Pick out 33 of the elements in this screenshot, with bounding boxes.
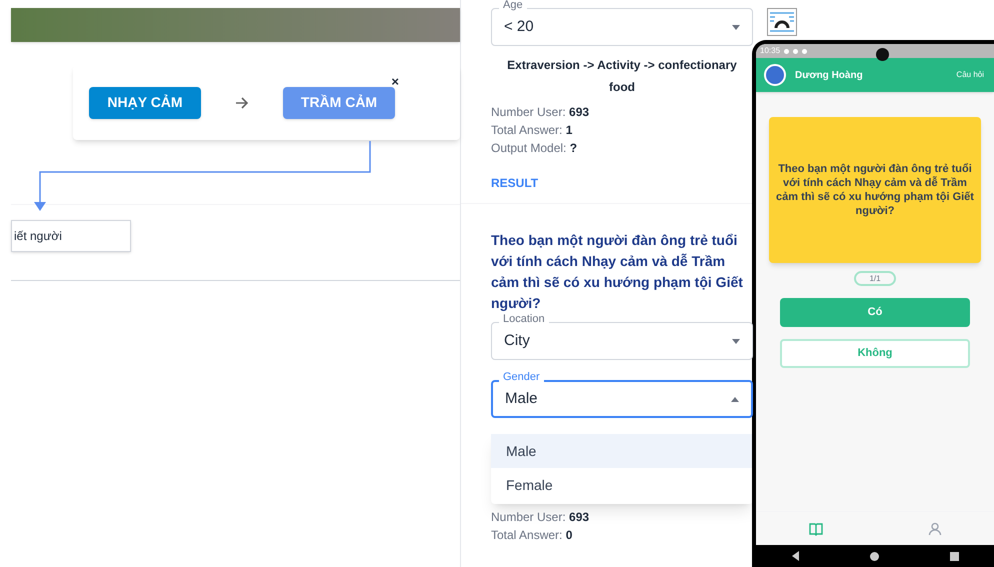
field-label: Location bbox=[499, 314, 549, 325]
field-value: City bbox=[504, 330, 530, 351]
user-name: Dương Hoàng bbox=[795, 68, 864, 82]
result-link[interactable]: RESULT bbox=[491, 174, 538, 192]
dropdown-option[interactable]: Male bbox=[491, 434, 753, 468]
caret-icon bbox=[732, 338, 740, 344]
recents-icon[interactable] bbox=[950, 552, 958, 560]
field-value: < 20 bbox=[504, 16, 534, 37]
close-button[interactable]: × bbox=[391, 74, 399, 88]
stat-line: Total Answer: 1 bbox=[491, 122, 574, 139]
camera-icon bbox=[876, 48, 889, 61]
field-label: Age bbox=[499, 0, 527, 11]
question-card: Theo bạn một người đàn ông trẻ tuổi với tính cách Nhạy cảm và dễ Trầm cảm thì sẽ có xu hướng phạm tội Giết người? bbox=[769, 117, 981, 263]
avatar-icon bbox=[764, 64, 786, 86]
stat-line: Number User: 693 bbox=[491, 104, 590, 121]
status-time: 10:35 bbox=[760, 45, 780, 57]
stat-line: Total Answer: 0 bbox=[491, 527, 574, 544]
field-value: Male bbox=[505, 388, 538, 409]
result-node[interactable]: iết người bbox=[11, 220, 131, 252]
arrow-icon bbox=[235, 96, 249, 108]
stat-line: Number User: 693 bbox=[491, 509, 590, 526]
arch-icon[interactable] bbox=[767, 8, 797, 36]
caret-icon bbox=[732, 24, 740, 30]
caret-icon bbox=[731, 396, 739, 402]
back-icon[interactable] bbox=[792, 551, 798, 561]
flow-node-button[interactable]: NHẠY CẢM bbox=[89, 86, 201, 118]
home-icon[interactable] bbox=[870, 552, 878, 560]
stat-line: Output Model: ? bbox=[491, 140, 578, 157]
dropdown-option[interactable]: Female bbox=[491, 468, 753, 502]
question-text: Theo bạn một người đàn ông trẻ tuổi với tính cách Nhạy cảm và dễ Trầm cảm thì sẽ có xu hướng phạm tội Giết người? bbox=[491, 231, 744, 313]
counter-badge: 1/1 bbox=[854, 271, 896, 286]
field-label: Gender bbox=[499, 372, 544, 383]
chain-text: Extraversion -> Activity -> confectionary food bbox=[506, 57, 738, 96]
